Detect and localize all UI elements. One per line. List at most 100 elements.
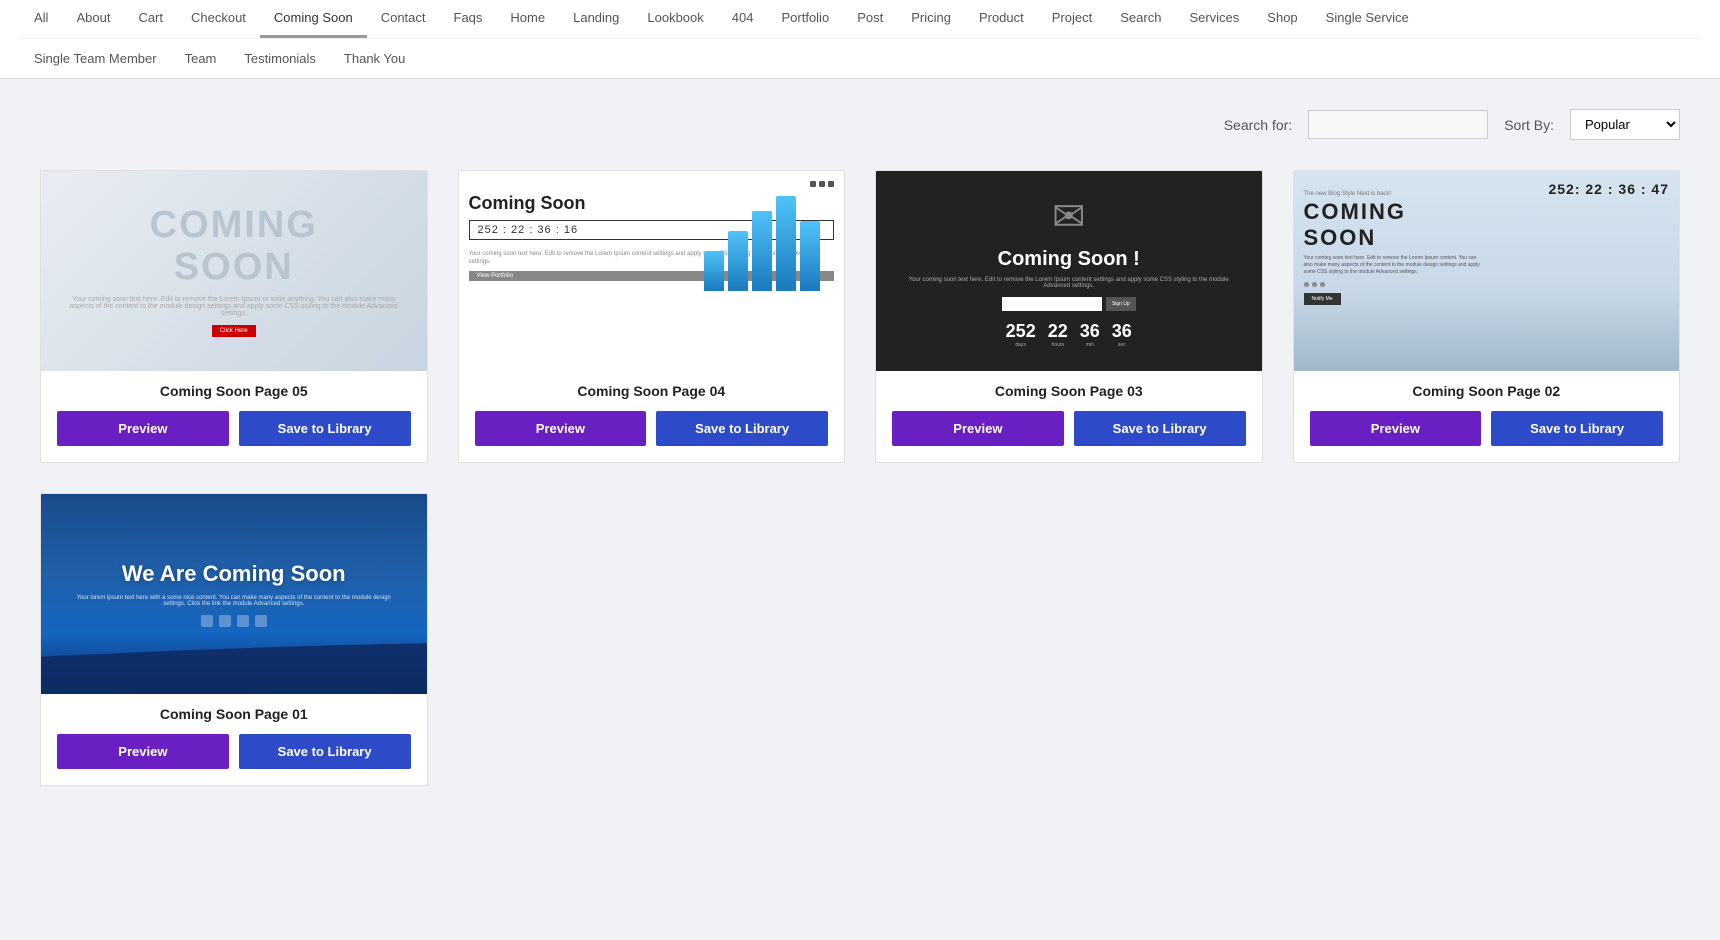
template-card-cs04: Coming Soon 252 : 22 : 36 : 16 Your comi… bbox=[458, 170, 846, 463]
cs02-left: The new Blog Style Next is back! COMING … bbox=[1304, 181, 1487, 361]
nav-item-pricing[interactable]: Pricing bbox=[897, 0, 965, 38]
nav-item-coming-soon[interactable]: Coming Soon bbox=[260, 0, 367, 38]
cs03-input-row: Sign Up bbox=[1002, 297, 1136, 311]
cs03-preview-button[interactable]: Preview bbox=[892, 411, 1064, 446]
top-navigation: AllAboutCartCheckoutComing SoonContactFa… bbox=[0, 0, 1720, 79]
cs03-title: Coming Soon ! bbox=[998, 248, 1140, 271]
template-card-cs02: The new Blog Style Next is back! COMING … bbox=[1293, 170, 1681, 463]
nav-item-checkout[interactable]: Checkout bbox=[177, 0, 260, 38]
cs01-preview-button[interactable]: Preview bbox=[57, 734, 229, 769]
template-card-cs03: ✉ Coming Soon ! Your coming soon text he… bbox=[875, 170, 1263, 463]
nav-row-1: AllAboutCartCheckoutComing SoonContactFa… bbox=[20, 0, 1700, 39]
cs05-footer: Coming Soon Page 05 Preview Save to Libr… bbox=[41, 371, 427, 462]
cs01-social-icons bbox=[201, 615, 267, 627]
nav-item-lookbook[interactable]: Lookbook bbox=[633, 0, 717, 38]
nav-item-contact[interactable]: Contact bbox=[367, 0, 440, 38]
nav-item-landing[interactable]: Landing bbox=[559, 0, 633, 38]
nav-item-home[interactable]: Home bbox=[496, 0, 559, 38]
cs04-save-button[interactable]: Save to Library bbox=[656, 411, 828, 446]
search-input[interactable] bbox=[1308, 110, 1488, 139]
cs03-countdown: 252 days 22 hours 36 min 36 sec bbox=[1006, 321, 1132, 348]
bar-1 bbox=[704, 251, 724, 291]
cs05-preview-button[interactable]: Preview bbox=[57, 411, 229, 446]
template-preview-cs03: ✉ Coming Soon ! Your coming soon text he… bbox=[876, 171, 1262, 371]
nav-item2-team[interactable]: Team bbox=[171, 43, 231, 74]
template-grid-row2: We Are Coming Soon Your lorem ipsum text… bbox=[40, 493, 1680, 786]
search-label: Search for: bbox=[1224, 117, 1292, 133]
cs01-footer: Coming Soon Page 01 Preview Save to Libr… bbox=[41, 694, 427, 785]
cs03-footer: Coming Soon Page 03 Preview Save to Libr… bbox=[876, 371, 1262, 462]
cs05-big-text: COMINGSOON bbox=[150, 205, 318, 289]
nav-item-all[interactable]: All bbox=[20, 0, 62, 38]
cs02-preview-button[interactable]: Preview bbox=[1310, 411, 1482, 446]
cs01-social-icon-4 bbox=[255, 615, 267, 627]
cs05-name: Coming Soon Page 05 bbox=[57, 383, 411, 399]
template-card-cs01: We Are Coming Soon Your lorem ipsum text… bbox=[40, 493, 428, 786]
cs05-cta: Click Here bbox=[212, 325, 256, 337]
nav-item2-thank-you[interactable]: Thank You bbox=[330, 43, 419, 74]
cs03-hours-lbl: hours bbox=[1048, 342, 1068, 348]
bar-5 bbox=[800, 221, 820, 291]
nav-item2-testimonials[interactable]: Testimonials bbox=[230, 43, 330, 74]
cs03-min-lbl: min bbox=[1080, 342, 1100, 348]
nav-row-2: Single Team MemberTeamTestimonialsThank … bbox=[20, 39, 1700, 78]
nav-item-product[interactable]: Product bbox=[965, 0, 1038, 38]
nav-item-single-service[interactable]: Single Service bbox=[1312, 0, 1423, 38]
cs03-min-block: 36 min bbox=[1080, 321, 1100, 348]
cs05-desc: Your coming soon text here. Edit to remo… bbox=[41, 296, 427, 317]
cs04-dots bbox=[469, 181, 835, 187]
cs02-right: 252: 22 : 36 : 47 bbox=[1486, 181, 1669, 361]
nav-item-about[interactable]: About bbox=[62, 0, 124, 38]
nav-item-404[interactable]: 404 bbox=[718, 0, 768, 38]
cs01-actions: Preview Save to Library bbox=[57, 734, 411, 769]
cs01-desc: Your lorem ipsum text here with a some n… bbox=[56, 595, 412, 607]
cs02-title: COMING SOON bbox=[1304, 199, 1487, 251]
cs03-days-block: 252 days bbox=[1006, 321, 1036, 348]
nav-item-faqs[interactable]: Faqs bbox=[440, 0, 497, 38]
cs05-save-button[interactable]: Save to Library bbox=[239, 411, 411, 446]
cs04-preview-button[interactable]: Preview bbox=[475, 411, 647, 446]
cs04-name: Coming Soon Page 04 bbox=[475, 383, 829, 399]
nav-item-services[interactable]: Services bbox=[1175, 0, 1253, 38]
cs01-save-button[interactable]: Save to Library bbox=[239, 734, 411, 769]
cs02-footer: Coming Soon Page 02 Preview Save to Libr… bbox=[1294, 371, 1680, 462]
nav-item-post[interactable]: Post bbox=[843, 0, 897, 38]
nav-item-shop[interactable]: Shop bbox=[1253, 0, 1311, 38]
dot-2 bbox=[819, 181, 825, 187]
cs03-sec-lbl: sec bbox=[1112, 342, 1132, 348]
cs02-save-button[interactable]: Save to Library bbox=[1491, 411, 1663, 446]
cs03-days-num: 252 bbox=[1006, 321, 1036, 342]
cs03-hours-num: 22 bbox=[1048, 321, 1068, 342]
cs03-sec-block: 36 sec bbox=[1112, 321, 1132, 348]
cs03-save-button[interactable]: Save to Library bbox=[1074, 411, 1246, 446]
cs02-desc: Your coming soon text here. Edit to remo… bbox=[1304, 255, 1487, 276]
cs03-days-lbl: days bbox=[1006, 342, 1036, 348]
sort-label: Sort By: bbox=[1504, 117, 1554, 133]
template-preview-cs05: COMINGSOON Your coming soon text here. E… bbox=[41, 171, 427, 371]
nav-item-cart[interactable]: Cart bbox=[124, 0, 177, 38]
cs02-tagline: The new Blog Style Next is back! bbox=[1304, 191, 1487, 197]
nav-item-search[interactable]: Search bbox=[1106, 0, 1175, 38]
dot-3 bbox=[828, 181, 834, 187]
dot-1 bbox=[810, 181, 816, 187]
cs03-email-input bbox=[1002, 297, 1102, 311]
nav-item-portfolio[interactable]: Portfolio bbox=[767, 0, 843, 38]
bar-4 bbox=[776, 196, 796, 291]
bar-chart bbox=[704, 191, 834, 291]
nav-item2-single-team-member[interactable]: Single Team Member bbox=[20, 43, 171, 74]
cs03-sec-num: 36 bbox=[1112, 321, 1132, 342]
template-preview-cs04: Coming Soon 252 : 22 : 36 : 16 Your comi… bbox=[459, 171, 845, 371]
sort-select[interactable]: Popular Newest Oldest bbox=[1570, 109, 1680, 140]
cs02-dot-2 bbox=[1312, 282, 1317, 287]
cs01-social-icon-3 bbox=[237, 615, 249, 627]
cs03-desc: Your coming soon text here. Edit to remo… bbox=[886, 277, 1252, 289]
template-preview-cs01: We Are Coming Soon Your lorem ipsum text… bbox=[41, 494, 427, 694]
cs03-actions: Preview Save to Library bbox=[892, 411, 1246, 446]
main-content: Search for: Sort By: Popular Newest Olde… bbox=[0, 79, 1720, 836]
nav-item-project[interactable]: Project bbox=[1038, 0, 1106, 38]
cs01-name: Coming Soon Page 01 bbox=[57, 706, 411, 722]
cs01-social-icon-1 bbox=[201, 615, 213, 627]
template-grid-row1: COMINGSOON Your coming soon text here. E… bbox=[40, 170, 1680, 463]
cs02-name: Coming Soon Page 02 bbox=[1310, 383, 1664, 399]
cs03-signup-btn: Sign Up bbox=[1106, 297, 1136, 311]
